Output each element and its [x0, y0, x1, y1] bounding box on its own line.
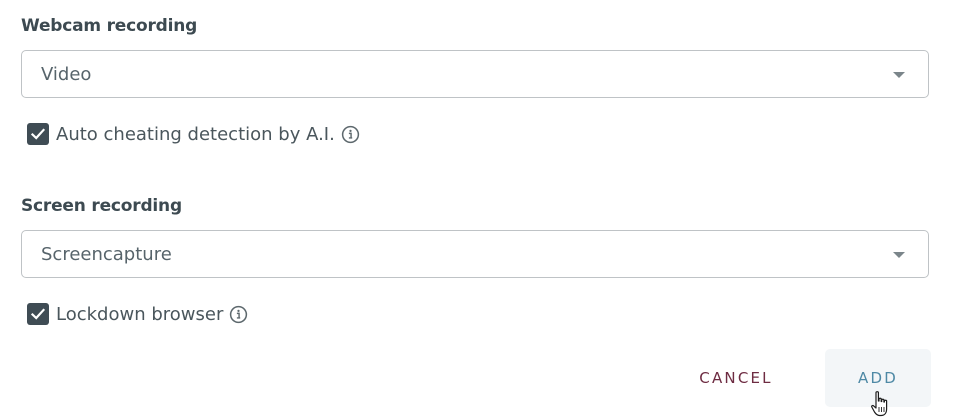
lockdown-browser-checkbox[interactable]	[27, 303, 49, 325]
cancel-button[interactable]: CANCEL	[680, 349, 792, 407]
check-icon	[30, 128, 46, 140]
info-icon[interactable]	[229, 305, 248, 324]
chevron-down-icon	[893, 72, 905, 78]
screen-recording-title: Screen recording	[21, 196, 182, 216]
auto-cheating-detection-checkbox[interactable]	[27, 123, 49, 145]
lockdown-browser-label: Lockdown browser	[56, 303, 224, 325]
auto-cheating-detection-label: Auto cheating detection by A.I.	[56, 123, 335, 145]
chevron-down-icon	[893, 252, 905, 258]
webcam-select-value: Video	[41, 64, 92, 85]
screen-select-value: Screencapture	[41, 244, 172, 265]
info-icon[interactable]	[341, 125, 360, 144]
lockdown-browser-row: Lockdown browser	[27, 302, 248, 326]
auto-cheating-detection-row: Auto cheating detection by A.I.	[27, 122, 360, 146]
webcam-recording-select[interactable]: Video	[21, 50, 929, 98]
screen-recording-select[interactable]: Screencapture	[21, 230, 929, 278]
check-icon	[30, 308, 46, 320]
recording-settings-form: Webcam recording Video Auto cheating det…	[0, 0, 955, 418]
hand-pointer-cursor-icon	[871, 391, 888, 417]
webcam-recording-title: Webcam recording	[21, 16, 198, 36]
